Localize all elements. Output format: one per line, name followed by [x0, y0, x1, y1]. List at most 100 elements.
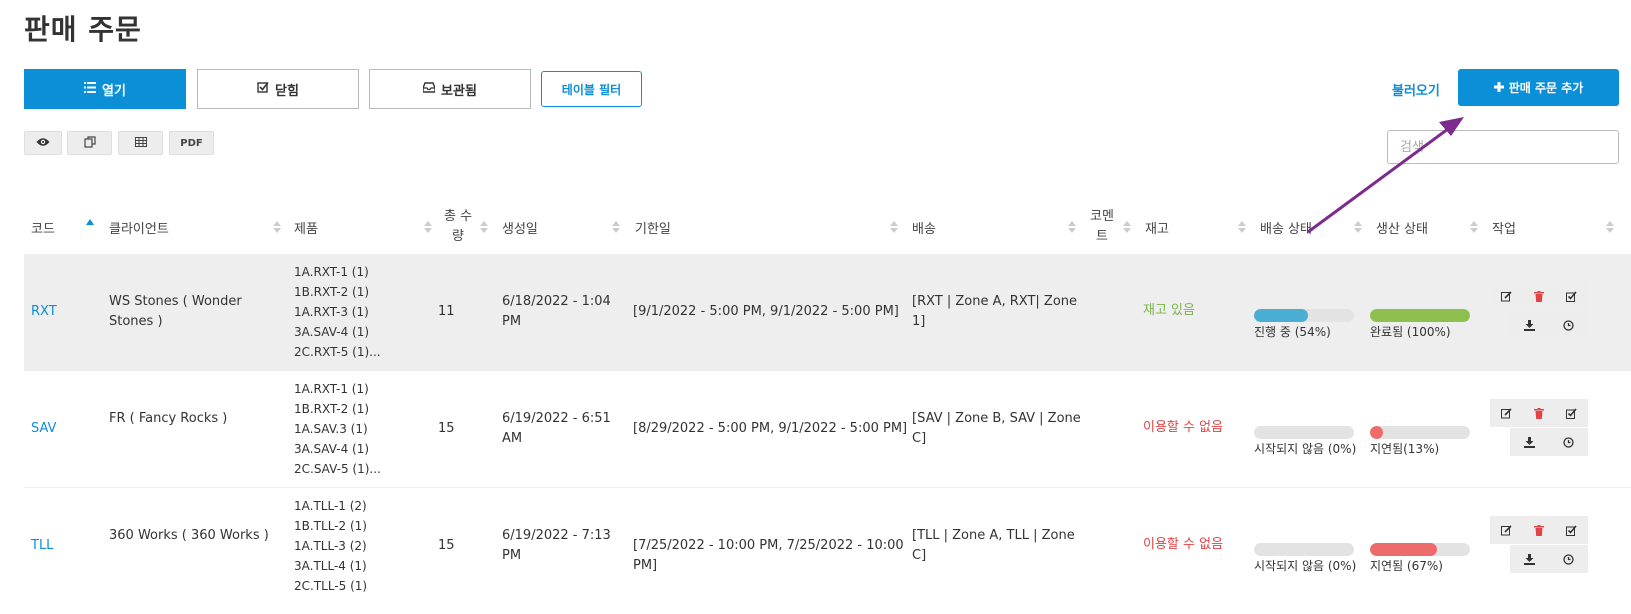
shipping-cell: [SAV | Zone B, SAV | Zone C] — [912, 409, 1081, 449]
download-icon[interactable] — [1523, 435, 1537, 449]
prod-status-label: 완료됨 (100%) — [1370, 325, 1451, 339]
edit-icon[interactable] — [1499, 523, 1513, 537]
due-cell: [8/29/2022 - 5:00 PM, 9/1/2022 - 5:00 PM… — [633, 419, 907, 439]
pdf-export-button[interactable]: PDF — [169, 131, 214, 155]
prod-status-label: 지연됨(13%) — [1370, 442, 1440, 456]
product-item: 3A.SAV-4 (1) — [294, 325, 370, 339]
product-item: 1A.RXT-1 (1) — [294, 382, 369, 396]
action-group-bottom — [1510, 311, 1588, 339]
tab-archived[interactable]: 보관됨 — [369, 69, 531, 109]
product-item: 1A.TLL-3 (2) — [294, 539, 367, 553]
action-group-top — [1490, 282, 1588, 310]
created-line: PM — [502, 548, 522, 563]
edit-icon[interactable] — [1499, 289, 1513, 303]
sort-both-icon[interactable] — [1354, 220, 1362, 234]
due-line: [7/25/2022 - 10:00 PM, 7/25/2022 - 10:00 — [633, 538, 904, 553]
header-prod-status[interactable]: 생산 상태 — [1376, 206, 1428, 248]
tab-closed[interactable]: 닫힘 — [197, 69, 359, 109]
table-export-button[interactable] — [118, 131, 163, 155]
header-created[interactable]: 생성일 — [502, 206, 538, 248]
products-cell: 1A.RXT-1 (1) 1B.RXT-2 (1) 1A.SAV.3 (1) 3A.S… — [294, 379, 381, 479]
sort-both-icon[interactable] — [273, 220, 281, 234]
add-sales-order-button[interactable]: 판매 주문 추가 — [1458, 69, 1619, 106]
sort-both-icon[interactable] — [424, 220, 432, 234]
ship-status-bar — [1254, 426, 1354, 439]
delete-icon[interactable] — [1532, 289, 1546, 303]
qty-cell: 11 — [438, 304, 455, 319]
sort-both-icon[interactable] — [1238, 220, 1246, 234]
order-code-link[interactable]: SAV — [31, 419, 56, 439]
order-code-link[interactable]: RXT — [31, 302, 57, 322]
ship-status-bar — [1254, 309, 1354, 322]
sort-both-icon[interactable] — [1068, 220, 1076, 234]
action-group-top — [1490, 516, 1588, 544]
copy-button[interactable] — [67, 131, 112, 155]
download-icon[interactable] — [1523, 552, 1537, 566]
action-group-top — [1490, 399, 1588, 427]
history-icon[interactable] — [1562, 318, 1576, 332]
row-actions — [1490, 399, 1588, 457]
delete-icon[interactable] — [1532, 523, 1546, 537]
product-item: 2C.SAV-5 (1)... — [294, 462, 381, 476]
ship-status-label: 진행 중 (54%) — [1254, 325, 1331, 339]
header-due[interactable]: 기한일 — [635, 206, 671, 248]
sort-asc-icon[interactable] — [86, 218, 94, 232]
load-link[interactable]: 불러오기 — [1392, 80, 1440, 99]
header-qty[interactable]: 총 수 량 — [444, 206, 472, 248]
product-item: 1B.TLL-2 (1) — [294, 519, 367, 533]
prod-status-bar — [1370, 426, 1470, 439]
column-visibility-button[interactable] — [24, 131, 62, 155]
prod-status-label: 지연됨 (67%) — [1370, 559, 1443, 573]
edit-icon[interactable] — [1499, 406, 1513, 420]
sort-both-icon[interactable] — [480, 220, 488, 234]
header-ship-status[interactable]: 배송 상태 — [1260, 206, 1312, 248]
product-item: 1A.SAV.3 (1) — [294, 422, 368, 436]
products-cell: 1A.RXT-1 (1) 1B.RXT-2 (1) 1A.RXT-3 (1) 3A.S… — [294, 262, 381, 362]
download-icon[interactable] — [1523, 318, 1537, 332]
sort-both-icon[interactable] — [1606, 220, 1614, 234]
order-code-link[interactable]: TLL — [31, 536, 53, 556]
qty-cell: 15 — [438, 421, 455, 436]
header-product[interactable]: 제품 — [294, 206, 318, 248]
shipping-line: [TLL | Zone A, TLL | Zone — [912, 528, 1075, 543]
history-icon[interactable] — [1562, 435, 1576, 449]
tab-archived-label: 보관됨 — [441, 83, 477, 99]
search-input[interactable] — [1387, 130, 1619, 164]
table-filter-button[interactable]: 테이블 필터 — [541, 71, 642, 107]
sort-both-icon[interactable] — [1470, 220, 1478, 234]
shipping-line: C] — [912, 548, 927, 563]
action-group-bottom — [1510, 428, 1588, 456]
sort-both-icon[interactable] — [890, 220, 898, 234]
approve-icon[interactable] — [1565, 406, 1579, 420]
approve-icon[interactable] — [1565, 289, 1579, 303]
shipping-line: [SAV | Zone B, SAV | Zone — [912, 411, 1081, 426]
header-comment[interactable]: 코멘 트 — [1090, 206, 1114, 248]
row-actions — [1490, 282, 1588, 340]
shipping-line: C] — [912, 431, 927, 446]
sort-both-icon[interactable] — [1123, 220, 1131, 234]
plus-icon — [1493, 81, 1504, 95]
ship-status-label: 시작되지 않음 (0%) — [1254, 559, 1357, 573]
header-shipping[interactable]: 배송 — [912, 206, 936, 248]
header-client[interactable]: 클라이언트 — [109, 206, 169, 248]
header-code[interactable]: 코드 — [31, 206, 55, 248]
table-row: RXT WS Stones ( Wonder Stones ) 1A.RXT-1… — [24, 254, 1631, 371]
product-item: 1B.RXT-2 (1) — [294, 402, 370, 416]
header-stock[interactable]: 재고 — [1145, 206, 1169, 248]
product-item: 1B.RXT-2 (1) — [294, 285, 370, 299]
created-line: PM — [502, 314, 522, 329]
client-line: WS Stones ( Wonder — [109, 294, 242, 309]
delete-icon[interactable] — [1532, 406, 1546, 420]
shipping-cell: [TLL | Zone A, TLL | Zone C] — [912, 526, 1075, 566]
approve-icon[interactable] — [1565, 523, 1579, 537]
header-actions[interactable]: 작업 — [1492, 206, 1516, 248]
history-icon[interactable] — [1562, 552, 1576, 566]
product-item: 1A.RXT-1 (1) — [294, 265, 369, 279]
header-comment-line1: 코멘 — [1090, 209, 1114, 224]
created-cell: 6/18/2022 - 1:04 PM — [502, 292, 611, 332]
tab-open[interactable]: 열기 — [24, 69, 186, 109]
sort-both-icon[interactable] — [612, 220, 620, 234]
client-cell: FR ( Fancy Rocks ) — [109, 409, 227, 429]
client-cell: 360 Works ( 360 Works ) — [109, 526, 269, 546]
product-item: 3A.TLL-4 (1) — [294, 559, 367, 573]
